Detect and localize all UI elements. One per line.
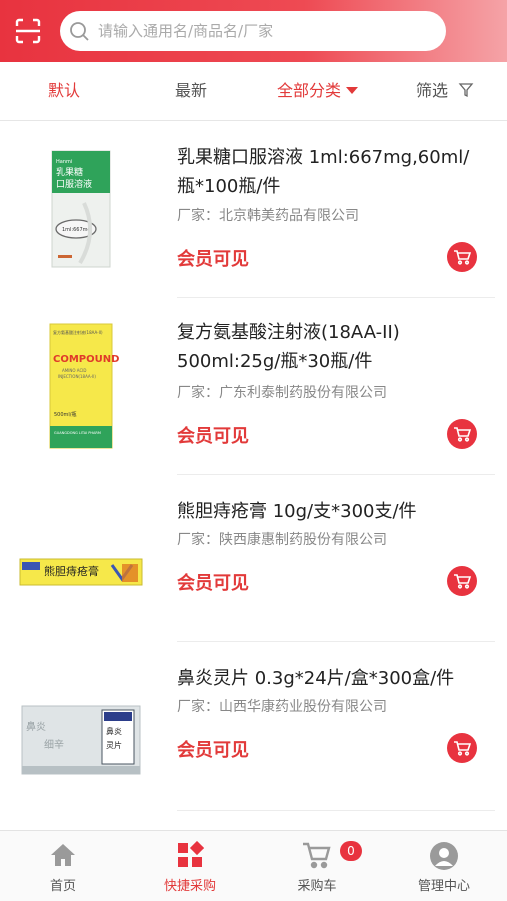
tab-cart-label: 采购车 (297, 879, 337, 894)
svg-text:复方氨基酸注射液(18AA-II): 复方氨基酸注射液(18AA-II) (53, 329, 103, 335)
grid-icon (178, 841, 204, 867)
member-price-label: 会员可见 (177, 426, 249, 447)
filter-screen[interactable]: 筛选 (416, 62, 474, 120)
product-image[interactable]: Hanmi 乳果糖 口服溶液 1ml:667mg (18, 143, 148, 293)
product-maker: 厂家：广东利泰制药股份有限公司 (177, 385, 387, 401)
product-name[interactable]: 乳果糖口服溶液 1ml:667mg,60ml/瓶*100瓶/件 (177, 143, 487, 201)
list-item[interactable]: 鼻炎 细辛 鼻炎 灵片 鼻炎灵片 0.3g*24片/盒*300盒/件 厂家：山西… (0, 642, 507, 816)
svg-text:细辛: 细辛 (44, 738, 64, 751)
add-to-cart-button[interactable] (447, 242, 477, 272)
list-item[interactable]: 复方氨基酸注射液(18AA-II) COMPOUND AMINO ACID IN… (0, 298, 507, 475)
add-to-cart-button[interactable] (447, 419, 477, 449)
svg-text:500ml/瓶: 500ml/瓶 (54, 411, 77, 418)
svg-text:灵片: 灵片 (106, 740, 122, 750)
product-name[interactable]: 复方氨基酸注射液(18AA-II) 500ml:25g/瓶*30瓶/件 (177, 318, 487, 376)
product-maker: 厂家：山西华康药业股份有限公司 (177, 699, 387, 715)
scan-icon[interactable] (14, 17, 42, 45)
filter-default[interactable]: 默认 (48, 62, 80, 120)
filter-latest[interactable]: 最新 (175, 62, 207, 120)
tab-quick-purchase-label: 快捷采购 (163, 879, 216, 894)
product-image[interactable]: 鼻炎 细辛 鼻炎 灵片 (18, 654, 148, 804)
member-price-label: 会员可见 (177, 249, 249, 270)
cart-count-badge: 0 (340, 841, 362, 861)
tab-manage[interactable]: 管理中心 (381, 831, 507, 901)
product-name[interactable]: 鼻炎灵片 0.3g*24片/盒*300盒/件 (177, 664, 487, 693)
svg-text:鼻炎: 鼻炎 (26, 720, 46, 733)
svg-text:AMINO ACID: AMINO ACID (62, 368, 87, 373)
tab-manage-label: 管理中心 (417, 879, 470, 894)
product-image[interactable]: 复方氨基酸注射液(18AA-II) COMPOUND AMINO ACID IN… (18, 318, 148, 468)
home-icon (51, 844, 75, 866)
tab-cart[interactable]: 采购车 (254, 831, 380, 901)
search-input[interactable] (96, 21, 430, 41)
tab-home-label: 首页 (49, 879, 76, 894)
list-item[interactable]: Hanmi 乳果糖 口服溶液 1ml:667mg 乳果糖口服溶液 1ml:667… (0, 121, 507, 298)
svg-text:Hanmi: Hanmi (56, 159, 72, 165)
product-image[interactable]: 熊胆痔疮膏 (18, 485, 148, 635)
cart-icon (454, 574, 471, 589)
cart-icon (303, 842, 331, 869)
user-avatar-icon (430, 842, 458, 870)
caret-down-icon (346, 86, 359, 94)
product-maker: 厂家：北京韩美药品有限公司 (177, 208, 359, 224)
filter-bar: 默认 最新 全部分类 筛选 (0, 62, 507, 121)
svg-text:COMPOUND: COMPOUND (53, 354, 119, 365)
svg-text:1ml:667mg: 1ml:667mg (62, 227, 91, 233)
svg-text:熊胆痔疮膏: 熊胆痔疮膏 (44, 564, 99, 578)
top-bar (0, 0, 507, 62)
svg-text:INJECTION(18AA-II): INJECTION(18AA-II) (58, 374, 96, 379)
cart-icon (454, 741, 471, 756)
search-box[interactable] (60, 11, 446, 51)
product-name[interactable]: 熊胆痔疮膏 10g/支*300支/件 (177, 497, 487, 526)
member-price-label: 会员可见 (177, 740, 249, 761)
divider (177, 810, 495, 811)
svg-text:乳果糖: 乳果糖 (56, 166, 83, 178)
cart-icon (454, 250, 471, 265)
tab-quick-purchase[interactable]: 快捷采购 (127, 831, 253, 901)
product-maker: 厂家：陕西康惠制药股份有限公司 (177, 532, 387, 548)
filter-icon (458, 83, 474, 98)
tab-home[interactable]: 首页 (0, 831, 126, 901)
add-to-cart-button[interactable] (447, 733, 477, 763)
svg-text:鼻炎: 鼻炎 (106, 726, 122, 736)
filter-category[interactable]: 全部分类 (277, 62, 359, 120)
list-item[interactable]: 熊胆痔疮膏 熊胆痔疮膏 10g/支*300支/件 厂家：陕西康惠制药股份有限公司… (0, 475, 507, 649)
search-icon (70, 22, 89, 41)
bottom-tab-bar: 首页 快捷采购 采购车 0 管理中心 (0, 830, 507, 901)
cart-icon (454, 427, 471, 442)
member-price-label: 会员可见 (177, 573, 249, 594)
svg-text:口服溶液: 口服溶液 (56, 178, 92, 190)
svg-text:GUANGDONG LITAI PHARM: GUANGDONG LITAI PHARM (54, 431, 101, 435)
add-to-cart-button[interactable] (447, 566, 477, 596)
